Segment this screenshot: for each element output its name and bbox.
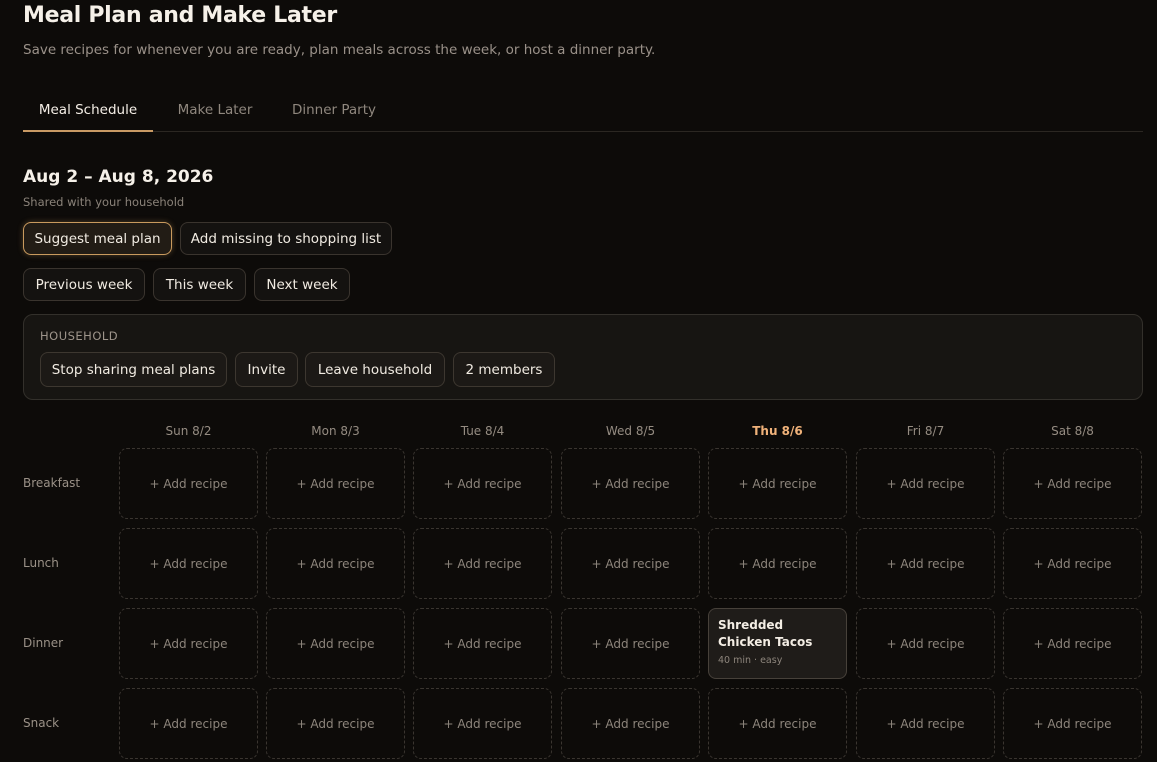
tab-dinner-party[interactable]: Dinner Party: [277, 94, 391, 132]
household-panel: HOUSEHOLD Stop sharing meal plans Invite…: [23, 314, 1143, 400]
week-range: Aug 2 – Aug 8, 2026: [23, 167, 214, 187]
add-recipe-slot[interactable]: + Add recipe: [1003, 448, 1142, 519]
add-recipe-slot[interactable]: + Add recipe: [413, 448, 552, 519]
add-recipe-slot[interactable]: + Add recipe: [561, 528, 700, 599]
day-header: Tue 8/4: [460, 424, 505, 438]
page-subtitle: Save recipes for whenever you are ready,…: [23, 42, 656, 58]
day-header: Fri 8/7: [906, 424, 945, 438]
tab-bar: Meal Schedule Make Later Dinner Party: [23, 94, 1143, 132]
add-recipe-slot[interactable]: + Add recipe: [708, 528, 847, 599]
add-recipe-slot[interactable]: + Add recipe: [266, 528, 405, 599]
add-recipe-slot[interactable]: + Add recipe: [266, 688, 405, 759]
page-title: Meal Plan and Make Later: [23, 3, 337, 28]
day-header: Mon 8/3: [311, 424, 360, 438]
add-recipe-slot[interactable]: + Add recipe: [119, 688, 258, 759]
recipe-name: Shredded Chicken Tacos: [718, 618, 813, 649]
leave-household-button[interactable]: Leave household: [305, 352, 445, 387]
day-header: Sun 8/2: [165, 424, 212, 438]
add-recipe-slot[interactable]: + Add recipe: [1003, 608, 1142, 679]
meal-label-dinner: Dinner: [23, 636, 64, 650]
add-recipe-slot[interactable]: + Add recipe: [413, 528, 552, 599]
add-recipe-slot[interactable]: + Add recipe: [119, 608, 258, 679]
suggest-meal-plan-button[interactable]: Suggest meal plan: [23, 222, 172, 255]
shared-note: Shared with your household: [23, 195, 185, 209]
recipe-meta: 40 min · easy: [718, 655, 783, 666]
add-recipe-slot[interactable]: + Add recipe: [856, 608, 995, 679]
day-header: Wed 8/5: [605, 424, 656, 438]
add-recipe-slot[interactable]: + Add recipe: [266, 608, 405, 679]
day-header: Thu 8/6: [752, 424, 803, 438]
add-recipe-slot[interactable]: + Add recipe: [856, 528, 995, 599]
meal-label-snack: Snack: [23, 716, 60, 730]
add-recipe-slot[interactable]: + Add recipe: [561, 688, 700, 759]
next-week-button[interactable]: Next week: [254, 268, 350, 301]
add-recipe-slot[interactable]: + Add recipe: [119, 448, 258, 519]
meal-label-breakfast: Breakfast: [23, 476, 81, 490]
invite-button[interactable]: Invite: [235, 352, 298, 387]
stop-sharing-button[interactable]: Stop sharing meal plans: [40, 352, 227, 387]
add-recipe-slot[interactable]: + Add recipe: [266, 448, 405, 519]
previous-week-button[interactable]: Previous week: [23, 268, 145, 301]
household-label: HOUSEHOLD: [40, 329, 119, 343]
planned-recipe-card[interactable]: Shredded Chicken Tacos 40 min · easy: [708, 608, 847, 679]
add-recipe-slot[interactable]: + Add recipe: [856, 688, 995, 759]
add-recipe-slot[interactable]: + Add recipe: [561, 608, 700, 679]
add-missing-to-shopping-list-button[interactable]: Add missing to shopping list: [180, 222, 392, 255]
add-recipe-slot[interactable]: + Add recipe: [119, 528, 258, 599]
meal-label-lunch: Lunch: [23, 556, 59, 570]
add-recipe-slot[interactable]: + Add recipe: [1003, 688, 1142, 759]
add-recipe-slot[interactable]: + Add recipe: [413, 608, 552, 679]
add-recipe-slot[interactable]: + Add recipe: [856, 448, 995, 519]
add-recipe-slot[interactable]: + Add recipe: [413, 688, 552, 759]
members-button[interactable]: 2 members: [453, 352, 555, 387]
meal-plan-page: Meal Plan and Make Later Save recipes fo…: [0, 0, 1157, 762]
day-header: Sat 8/8: [1051, 424, 1094, 438]
add-recipe-slot[interactable]: + Add recipe: [561, 448, 700, 519]
add-recipe-slot[interactable]: + Add recipe: [1003, 528, 1142, 599]
tab-meal-schedule[interactable]: Meal Schedule: [23, 94, 153, 132]
add-recipe-slot[interactable]: + Add recipe: [708, 448, 847, 519]
this-week-button[interactable]: This week: [153, 268, 246, 301]
tab-make-later[interactable]: Make Later: [153, 94, 277, 132]
add-recipe-slot[interactable]: + Add recipe: [708, 688, 847, 759]
